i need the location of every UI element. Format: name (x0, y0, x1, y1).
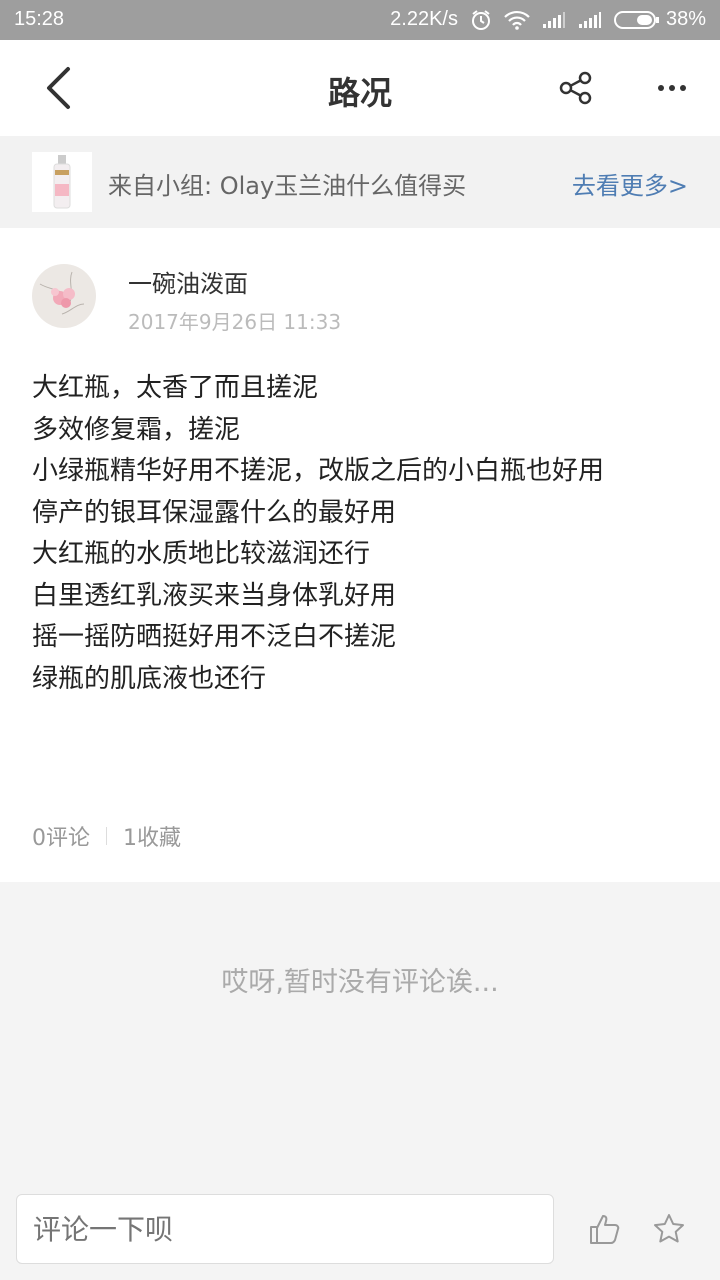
status-bar: 15:28 2.22K/s 38% (0, 0, 720, 40)
post-line: 大红瓶的水质地比较滋润还行 (32, 539, 371, 569)
group-source-text: 来自小组: Olay玉兰油什么值得买 (108, 172, 467, 200)
share-button[interactable] (548, 60, 604, 116)
post-line: 摇一摇防晒挺好用不泛白不搓泥 (32, 622, 397, 652)
post-line: 停产的银耳保湿露什么的最好用 (32, 497, 397, 528)
author-name[interactable]: 一碗油泼面 (128, 264, 248, 299)
like-button[interactable] (582, 1206, 628, 1252)
thumbs-up-icon (590, 1215, 620, 1244)
more-button[interactable] (644, 60, 700, 116)
battery-icon (613, 10, 660, 30)
battery-level: 38% (665, 8, 706, 30)
share-icon (559, 71, 592, 105)
post-line: 大红瓶，太香了而且搓泥 (32, 373, 319, 403)
comment-count[interactable]: 0评论 (32, 820, 90, 852)
post-line: 白里透红乳液买来当身体乳好用 (32, 580, 397, 611)
post-line: 绿瓶的肌底液也还行 (32, 663, 267, 694)
post-date: 2017年9月26日 11:33 (128, 310, 342, 334)
signal-icon (542, 11, 566, 29)
post-body: 大红瓶，太香了而且搓泥 多效修复霜，搓泥 小绿瓶精华好用不搓泥，改版之后的小白瓶… (32, 368, 692, 700)
more-dots-icon (658, 85, 686, 91)
post-stats: 0评论 1收藏 (32, 820, 181, 852)
app-header: 路况 (0, 40, 720, 136)
favorite-button[interactable] (646, 1206, 692, 1252)
group-thumbnail (32, 152, 92, 212)
comment-input[interactable] (16, 1194, 554, 1264)
no-comments-message: 哎呀,暂时没有评论诶... (221, 967, 499, 998)
network-speed: 2.22K/s (390, 8, 458, 30)
product-bottle-icon (53, 155, 71, 209)
group-banner[interactable]: 来自小组: Olay玉兰油什么值得买 去看更多> (0, 136, 720, 228)
status-time: 15:28 (14, 8, 65, 30)
wifi-icon (504, 10, 530, 30)
post-line: 小绿瓶精华好用不搓泥，改版之后的小白瓶也好用 (32, 456, 605, 486)
star-icon (654, 1214, 684, 1243)
alarm-icon (470, 9, 492, 31)
post-card: 一碗油泼面 2017年9月26日 11:33 大红瓶，太香了而且搓泥 多效修复霜… (0, 228, 720, 882)
stats-divider (106, 827, 107, 845)
post-line: 多效修复霜，搓泥 (32, 414, 241, 445)
see-more-link[interactable]: 去看更多> (572, 166, 688, 201)
avatar[interactable] (32, 264, 96, 328)
signal-icon (578, 11, 602, 29)
favorite-count[interactable]: 1收藏 (123, 820, 181, 852)
page-title: 路况 (327, 74, 392, 112)
